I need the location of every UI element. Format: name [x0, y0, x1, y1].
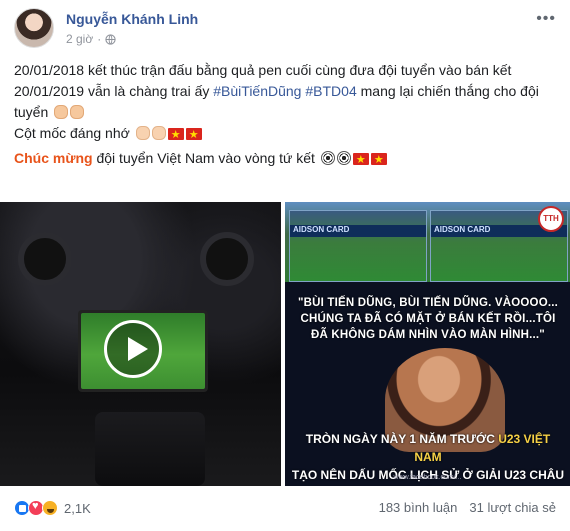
- shares-count[interactable]: 31 lượt chia sẻ: [469, 500, 556, 515]
- author-name[interactable]: Nguyễn Khánh Linh: [66, 11, 198, 27]
- video-thumbnail[interactable]: [0, 202, 281, 486]
- photo-image[interactable]: AIDSON CARD AIDSON CARD TTH "BÙI TIẾN DŨ…: [285, 202, 570, 486]
- post-time[interactable]: 2 giờ: [66, 32, 93, 46]
- post-line-2: 20/01/2019 vẫn là chàng trai ấy #BùiTiến…: [14, 83, 539, 120]
- post-media: AIDSON CARD AIDSON CARD TTH "BÙI TIẾN DŨ…: [0, 202, 570, 486]
- air-vent: [18, 232, 72, 286]
- vietnam-flag-icon: [167, 125, 184, 146]
- reaction-count[interactable]: 2,1K: [64, 501, 91, 516]
- highlight-text: Chúc mừng: [14, 150, 93, 166]
- reactions-summary[interactable]: 2,1K: [14, 500, 91, 516]
- hashtag-link[interactable]: #BùiTiếnDũng: [213, 83, 301, 99]
- comments-count[interactable]: 183 bình luận: [379, 500, 458, 515]
- post-text: 20/01/2018 kết thúc trận đấu bằng quả pe…: [14, 60, 554, 171]
- post-meta: 2 giờ ·: [66, 32, 116, 46]
- soccer-ball-icon: [336, 151, 351, 165]
- play-icon[interactable]: [104, 320, 162, 378]
- post-footer: 2,1K 183 bình luận 31 lượt chia sẻ: [14, 496, 562, 520]
- post-line-4: Chúc mừng đội tuyển Việt Nam vào vòng tứ…: [14, 148, 554, 171]
- more-icon[interactable]: •••: [536, 10, 556, 28]
- ok-hand-icon: [135, 126, 150, 140]
- clap-icon: [70, 105, 85, 119]
- soccer-ball-icon: [320, 151, 335, 165]
- engagement-stats: 183 bình luận 31 lượt chia sẻ: [379, 500, 556, 515]
- post-line-3: Cột mốc đáng nhớ: [14, 123, 554, 146]
- globe-icon: [105, 33, 116, 45]
- haha-icon: [42, 500, 58, 516]
- ok-hand-icon: [151, 126, 166, 140]
- vietnam-flag-icon: [185, 125, 202, 146]
- clap-icon: [54, 105, 69, 119]
- vietnam-flag-icon: [352, 150, 369, 171]
- match-scene-left: AIDSON CARD: [289, 210, 427, 282]
- center-console: [95, 412, 205, 486]
- photo-watermark: www.facebook.com/...: [393, 474, 462, 481]
- page-logo: TTH: [538, 206, 564, 232]
- post-line-1: 20/01/2018 kết thúc trận đấu bằng quả pe…: [14, 62, 512, 78]
- air-vent: [200, 232, 254, 286]
- vietnam-flag-icon: [370, 150, 387, 171]
- post-header: Nguyễn Khánh Linh 2 giờ · •••: [14, 8, 562, 52]
- avatar[interactable]: [14, 8, 54, 48]
- hashtag-link[interactable]: #BTD04: [305, 83, 356, 99]
- photo-quote: "BÙI TIẾN DŨNG, BÙI TIẾN DŨNG. VÀOOOO...…: [297, 297, 559, 341]
